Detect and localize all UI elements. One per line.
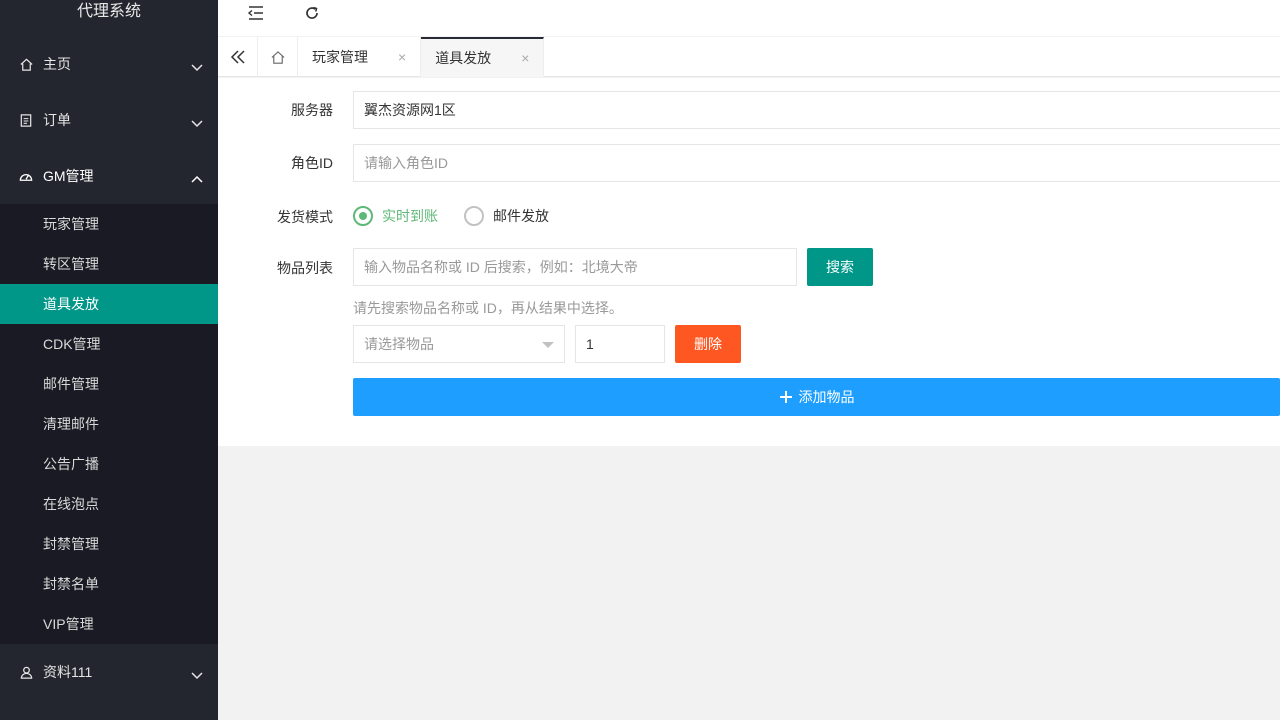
nav-group-home[interactable]: 主页: [0, 36, 218, 92]
nav-group-label: 主页: [43, 56, 71, 72]
search-button[interactable]: 搜索: [807, 248, 873, 286]
nav-group-label: 资料111: [43, 664, 93, 680]
chevron-down-icon: [191, 672, 203, 680]
menu-fold-icon[interactable]: [244, 2, 268, 24]
quantity-input[interactable]: 1: [575, 325, 665, 363]
delete-button[interactable]: 删除: [675, 325, 741, 363]
close-icon[interactable]: ×: [521, 50, 529, 66]
sidebar-item-cdk[interactable]: CDK管理: [0, 324, 218, 364]
item-search-input[interactable]: 输入物品名称或 ID 后搜索，例如：北境大帝: [353, 248, 797, 286]
home-icon: [18, 56, 34, 72]
sidebar-item-ban[interactable]: 封禁管理: [0, 524, 218, 564]
sidebar-item-clear-mail[interactable]: 清理邮件: [0, 404, 218, 444]
chevron-down-icon: [191, 120, 203, 128]
gm-submenu: 玩家管理 转区管理 道具发放 CDK管理 邮件管理 清理邮件 公告广播 在线泡点…: [0, 204, 218, 644]
tab-label: 道具发放: [435, 50, 492, 66]
refresh-icon[interactable]: [300, 2, 324, 24]
chevron-down-icon: [542, 342, 554, 348]
radio-circle: [464, 206, 484, 226]
tab-bar: 玩家管理 × 道具发放 ×: [218, 36, 1280, 77]
sidebar: 代理系统 主页 订单 GM管理 玩家管理 转区管理 道具发放 CDK管理 邮件管…: [0, 0, 218, 720]
item-select-value: 请选择物品: [364, 336, 434, 352]
sidebar-item-item-grant[interactable]: 道具发放: [0, 284, 218, 324]
chevron-up-icon: [191, 175, 203, 183]
server-field[interactable]: 翼杰资源网1区: [353, 91, 1280, 129]
tab-item-grant[interactable]: 道具发放 ×: [421, 37, 545, 77]
plus-icon: [779, 391, 792, 403]
nav-group-orders[interactable]: 订单: [0, 92, 218, 148]
role-id-label: 角色ID: [291, 155, 333, 171]
app-title: 代理系统: [76, 3, 141, 20]
nav-group-profile[interactable]: 资料111: [0, 644, 218, 700]
home-icon: [271, 50, 284, 64]
chevron-down-icon: [191, 64, 203, 72]
radio-label: 邮件发放: [493, 208, 549, 224]
sidebar-item-vip[interactable]: VIP管理: [0, 604, 218, 644]
nav-group-label: 订单: [43, 112, 71, 128]
sidebar-item-mail[interactable]: 邮件管理: [0, 364, 218, 404]
sidebar-item-transfer[interactable]: 转区管理: [0, 244, 218, 284]
dashboard-icon: [18, 168, 34, 184]
server-label: 服务器: [291, 102, 333, 118]
items-list-label: 物品列表: [277, 260, 333, 276]
item-grant-form: 服务器 翼杰资源网1区 角色ID 请输入角色ID 发货模式 实时到账 邮件发放 …: [218, 78, 1280, 446]
tab-scroll-left-button[interactable]: [218, 37, 258, 77]
sidebar-item-online-points[interactable]: 在线泡点: [0, 484, 218, 524]
tab-players[interactable]: 玩家管理 ×: [298, 37, 422, 77]
item-select[interactable]: 请选择物品: [353, 325, 565, 363]
top-header: [218, 0, 1280, 36]
add-item-label: 添加物品: [798, 389, 855, 405]
role-id-input[interactable]: 请输入角色ID: [353, 144, 1280, 182]
sidebar-item-players[interactable]: 玩家管理: [0, 204, 218, 244]
delivery-mode-label: 发货模式: [277, 209, 333, 225]
radio-circle: [353, 206, 373, 226]
nav-group-label: GM管理: [43, 168, 94, 184]
radio-realtime[interactable]: 实时到账: [353, 206, 438, 226]
radio-label: 实时到账: [382, 208, 438, 224]
tab-label: 玩家管理: [312, 49, 368, 65]
tab-home[interactable]: [258, 37, 298, 77]
user-icon: [18, 664, 34, 680]
radio-mail[interactable]: 邮件发放: [464, 206, 549, 226]
add-item-button[interactable]: 添加物品: [353, 378, 1280, 416]
close-icon[interactable]: ×: [398, 49, 406, 65]
clipboard-icon: [18, 112, 34, 128]
search-hint: 请先搜索物品名称或 ID，再从结果中选择。: [353, 300, 623, 316]
double-chevron-left-icon: [230, 50, 245, 64]
nav-group-gm[interactable]: GM管理: [0, 148, 218, 204]
sidebar-item-broadcast[interactable]: 公告广播: [0, 444, 218, 484]
sidebar-item-ban-list[interactable]: 封禁名单: [0, 564, 218, 604]
